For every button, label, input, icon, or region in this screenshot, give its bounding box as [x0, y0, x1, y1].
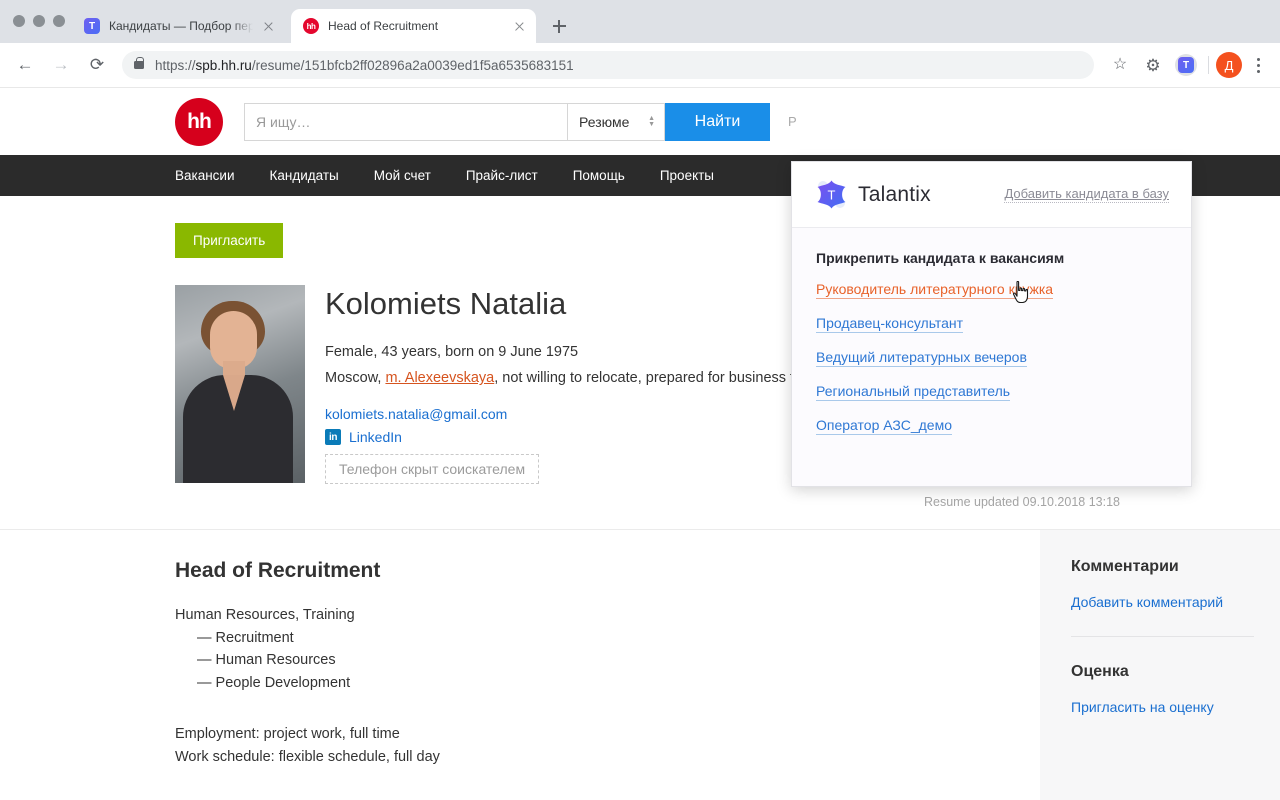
vacancy-link-3[interactable]: Ведущий литературных вечеров [816, 349, 1027, 367]
talantix-extension-icon[interactable]: T [1171, 50, 1201, 80]
svg-text:T: T [828, 188, 836, 203]
sidebar-divider [1071, 636, 1254, 638]
tab-title: Кандидаты — Подбор персон [109, 19, 253, 33]
browser-toolbar: ← → ⟳ https://spb.hh.ru/resume/151bfcb2f… [0, 43, 1280, 88]
site-header: hh Я ищу… Резюме ▲ ▼ Найти Р [0, 88, 1280, 155]
reload-button[interactable]: ⟳ [82, 50, 112, 80]
list-item: People Development [197, 672, 1000, 694]
talantix-popup: T Talantix Добавить кандидата в базу При… [791, 161, 1192, 487]
profile-avatar[interactable]: Д [1216, 52, 1242, 78]
close-tab-icon[interactable] [510, 17, 528, 35]
phone-hidden-notice: Телефон скрыт соискателем [325, 454, 540, 485]
gear-icon[interactable]: ⚙ [1138, 50, 1168, 80]
close-tab-icon[interactable] [259, 17, 277, 35]
invite-button[interactable]: Пригласить [175, 223, 284, 258]
search-button[interactable]: Найти [665, 102, 770, 141]
list-item: Human Resources [197, 649, 1000, 671]
chevron-updown-icon: ▲ ▼ [648, 114, 655, 128]
tab-head-of-recruitment[interactable]: Head of Recruitment [291, 9, 536, 43]
page-content: hh Я ищу… Резюме ▲ ▼ Найти Р Вакансии Кан… [0, 88, 1280, 800]
search-type-select[interactable]: Резюме ▲ ▼ [567, 102, 665, 141]
tab-strip: Кандидаты — Подбор персон Head of Recrui… [0, 0, 1280, 43]
employment-terms: Employment: project work, full time Work… [175, 723, 1000, 769]
vacancy-link-2[interactable]: Продавец-консультант [816, 315, 964, 333]
attach-vacancies-title: Прикрепить кандидата к вакансиям [816, 250, 1065, 266]
vacancy-link-1[interactable]: Руководитель литературного кружка [816, 281, 1054, 299]
nav-item-moy-schet[interactable]: Мой счет [374, 168, 431, 183]
specialization-block: Human Resources, Training Recruitment Hu… [175, 604, 1000, 694]
nav-item-proekty[interactable]: Проекты [660, 168, 714, 183]
add-candidate-to-base-link[interactable]: Добавить кандидата в базу [1004, 186, 1169, 203]
talantix-logo-icon: T [816, 179, 847, 210]
candidate-photo [175, 285, 305, 483]
vacancy-link-5[interactable]: Оператор АЗС_демо [816, 417, 952, 435]
site-search: Я ищу… Резюме ▲ ▼ Найти [244, 102, 770, 141]
new-tab-button[interactable] [545, 12, 573, 40]
nav-item-vakansii[interactable]: Вакансии [175, 168, 235, 183]
invite-to-rating-link[interactable]: Пригласить на оценку [1071, 699, 1254, 715]
resume-lower: Head of Recruitment Human Resources, Tra… [0, 529, 1280, 800]
window-traffic-lights[interactable] [13, 15, 65, 27]
toolbar-divider [1208, 56, 1209, 74]
address-bar[interactable]: https://spb.hh.ru/resume/151bfcb2ff02896… [122, 51, 1094, 79]
browser-window: Кандидаты — Подбор персон Head of Recrui… [0, 0, 1280, 800]
specialization-label: Human Resources, Training [175, 607, 355, 624]
tab-title: Head of Recruitment [328, 19, 439, 33]
employment-line: Employment: project work, full time [175, 726, 400, 742]
nav-item-pomosch[interactable]: Помощь [573, 168, 625, 183]
close-window-button[interactable] [13, 15, 25, 27]
nav-item-kandidaty[interactable]: Кандидаты [270, 168, 339, 183]
lock-icon [134, 56, 144, 69]
specialization-list: Recruitment Human Resources People Devel… [175, 627, 1000, 694]
comments-heading: Комментарии [1071, 558, 1179, 576]
tab-kandidaty[interactable]: Кандидаты — Подбор персон [72, 9, 285, 43]
vacancy-link-4[interactable]: Региональный представитель [816, 383, 1011, 401]
back-button[interactable]: ← [10, 50, 40, 80]
hh-logo-icon[interactable]: hh [175, 97, 223, 146]
url-path: /resume/151bfcb2ff02896a2a0039ed1f5a6535… [251, 57, 574, 73]
talantix-popup-header: T Talantix Добавить кандидата в базу [792, 162, 1191, 228]
linkedin-icon: in [325, 429, 341, 446]
minimize-window-button[interactable] [33, 15, 45, 27]
search-type-value: Резюме [579, 113, 630, 130]
list-item: Recruitment [197, 627, 1000, 649]
talantix-popup-body: Прикрепить кандидата к вакансиям Руковод… [792, 228, 1191, 435]
url-host: spb.hh.ru [195, 57, 252, 73]
search-input[interactable]: Я ищу… [244, 102, 567, 141]
forward-button[interactable]: → [46, 50, 76, 80]
candidate-relocation: , not willing to relocate, prepared for … [494, 370, 811, 387]
url-scheme: https:// [155, 57, 196, 73]
resume-sidebar: Комментарии Добавить комментарий Оценка … [1040, 530, 1280, 800]
talantix-logo-text: Talantix [858, 182, 931, 206]
bookmark-star-icon[interactable]: ☆ [1105, 50, 1135, 80]
add-comment-link[interactable]: Добавить комментарий [1071, 594, 1254, 610]
candidate-city: Moscow, [325, 370, 386, 387]
position-title: Head of Recruitment [175, 559, 381, 583]
maximize-window-button[interactable] [53, 15, 65, 27]
talantix-favicon-icon [84, 18, 100, 34]
hh-favicon-icon [303, 18, 319, 34]
chrome-menu-button[interactable] [1246, 57, 1270, 73]
rating-heading: Оценка [1071, 663, 1129, 681]
metro-link[interactable]: m. Alexeevskaya [385, 370, 494, 386]
resume-body: Head of Recruitment Human Resources, Tra… [0, 530, 1040, 800]
nav-item-price-list[interactable]: Прайс-лист [466, 168, 538, 183]
schedule-line: Work schedule: flexible schedule, full d… [175, 749, 440, 766]
header-trailing-text: Р [788, 114, 797, 129]
linkedin-link[interactable]: LinkedIn [349, 429, 402, 445]
